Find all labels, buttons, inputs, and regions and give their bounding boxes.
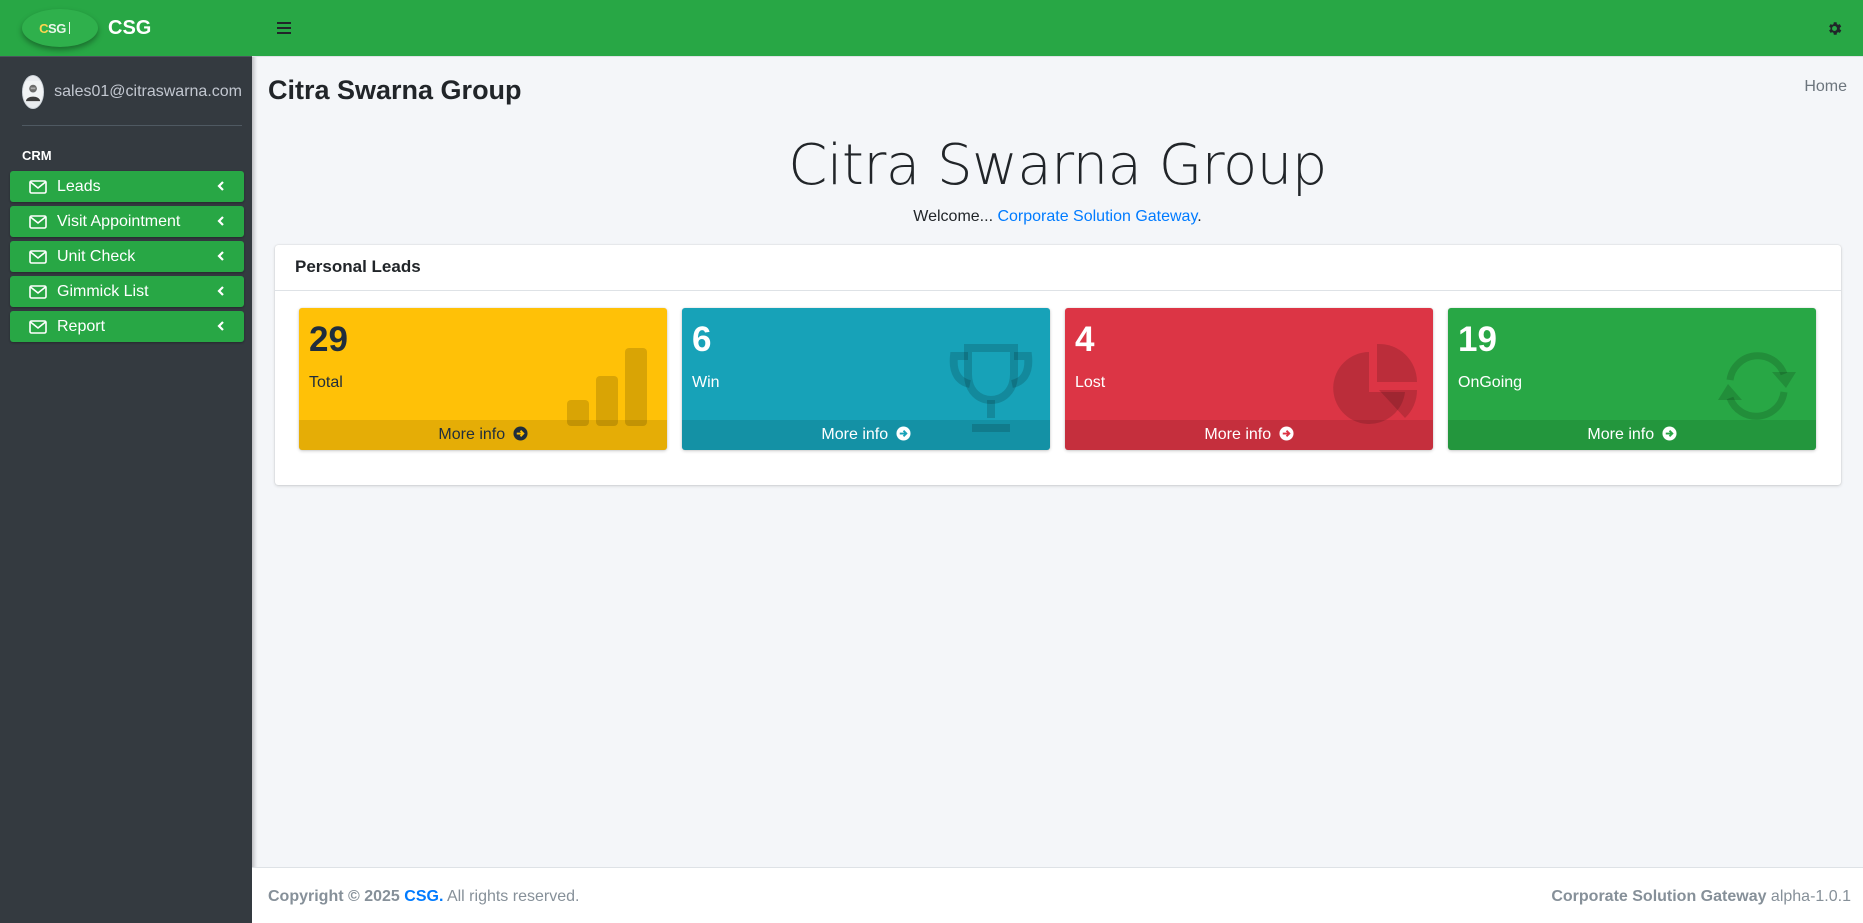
welcome-link[interactable]: Corporate Solution Gateway [997, 208, 1197, 225]
sidebar-item-leads[interactable]: Leads [10, 171, 244, 202]
stat-label: Lost [1075, 374, 1106, 391]
chevron-left-icon [217, 251, 224, 261]
brand-logo: C SG [22, 9, 98, 47]
chevron-left-icon [217, 181, 224, 191]
user-email[interactable]: sales01@citraswarna.com [54, 83, 242, 101]
main-footer: Copyright © 2025 CSG. All rights reserve… [252, 867, 1863, 923]
stat-boxes: 29 Total More info 6 Win More info 4 Los… [299, 308, 1817, 450]
breadcrumb-home[interactable]: Home [1804, 78, 1847, 96]
more-info-link[interactable]: More info [682, 420, 1050, 450]
sidebar-item-gimmick-list[interactable]: Gimmick List [10, 276, 244, 307]
welcome-text: Welcome... Corporate Solution Gateway. [913, 208, 1202, 225]
user-avatar[interactable] [22, 75, 45, 109]
chevron-left-icon [217, 216, 224, 226]
content-wrapper: Citra Swarna Group Home Citra Swarna Gro… [252, 57, 1863, 867]
envelope-icon [29, 214, 47, 229]
personal-leads-card: Personal Leads 29 Total More info 6 Win [275, 245, 1841, 485]
brand-name: CSG [108, 16, 152, 39]
page-title: Citra Swarna Group [268, 75, 522, 105]
stat-box-total: 29 Total More info [299, 308, 667, 450]
card-title: Personal Leads [275, 245, 1841, 291]
brand-link[interactable]: C SG CSG [0, 0, 252, 57]
gear-icon[interactable] [1826, 20, 1843, 37]
arrow-circle-right-icon [1279, 426, 1294, 441]
sidebar-item-label: Report [57, 317, 106, 335]
sidebar-item-label: Visit Appointment [57, 212, 181, 230]
hero-title: Citra Swarna Group [788, 133, 1327, 198]
more-info-link[interactable]: More info [299, 420, 667, 450]
arrow-circle-right-icon [896, 426, 911, 441]
stat-box-lost: 4 Lost More info [1065, 308, 1433, 450]
app-version: Corporate Solution Gateway alpha-1.0.1 [1551, 888, 1851, 905]
envelope-icon [29, 284, 47, 299]
copyright-text: Copyright © 2025 CSG. All rights reserve… [268, 888, 580, 905]
stat-box-win: 6 Win More info [682, 308, 1050, 450]
sidebar: C SG CSG sales01@citraswarna.com CRM Lead… [0, 0, 252, 923]
nav-header-crm: CRM [22, 148, 52, 163]
sync-icon [1718, 352, 1796, 420]
user-panel: sales01@citraswarna.com [22, 75, 242, 126]
envelope-icon [29, 179, 47, 194]
hamburger-menu-icon[interactable] [276, 20, 292, 36]
top-navbar [252, 0, 1863, 57]
stat-label: Win [692, 374, 720, 391]
chevron-left-icon [217, 321, 224, 331]
envelope-icon [29, 249, 47, 264]
chart-bar-icon [567, 348, 647, 426]
chevron-left-icon [217, 286, 224, 296]
envelope-icon [29, 319, 47, 334]
stat-value: 19 [1458, 320, 1497, 359]
sidebar-item-unit-check[interactable]: Unit Check [10, 241, 244, 272]
stat-value: 29 [309, 320, 348, 359]
arrow-circle-right-icon [513, 426, 528, 441]
sidebar-item-label: Gimmick List [57, 282, 149, 300]
sidebar-item-visit-appointment[interactable]: Visit Appointment [10, 206, 244, 237]
stat-value: 4 [1075, 320, 1095, 359]
arrow-circle-right-icon [1662, 426, 1677, 441]
stat-label: Total [309, 374, 343, 391]
footer-brand-link[interactable]: CSG. [404, 888, 443, 905]
avatar-icon [23, 80, 44, 102]
stat-label: OnGoing [1458, 374, 1523, 391]
stat-box-ongoing: 19 OnGoing More info [1448, 308, 1816, 450]
sidebar-item-label: Leads [57, 177, 101, 195]
sidebar-item-label: Unit Check [57, 247, 136, 265]
more-info-link[interactable]: More info [1065, 420, 1433, 450]
sidebar-nav: Leads Visit Appointment Unit Check Gimmi… [0, 171, 252, 342]
more-info-link[interactable]: More info [1448, 420, 1816, 450]
stat-value: 6 [692, 320, 712, 359]
sidebar-item-report[interactable]: Report [10, 311, 244, 342]
